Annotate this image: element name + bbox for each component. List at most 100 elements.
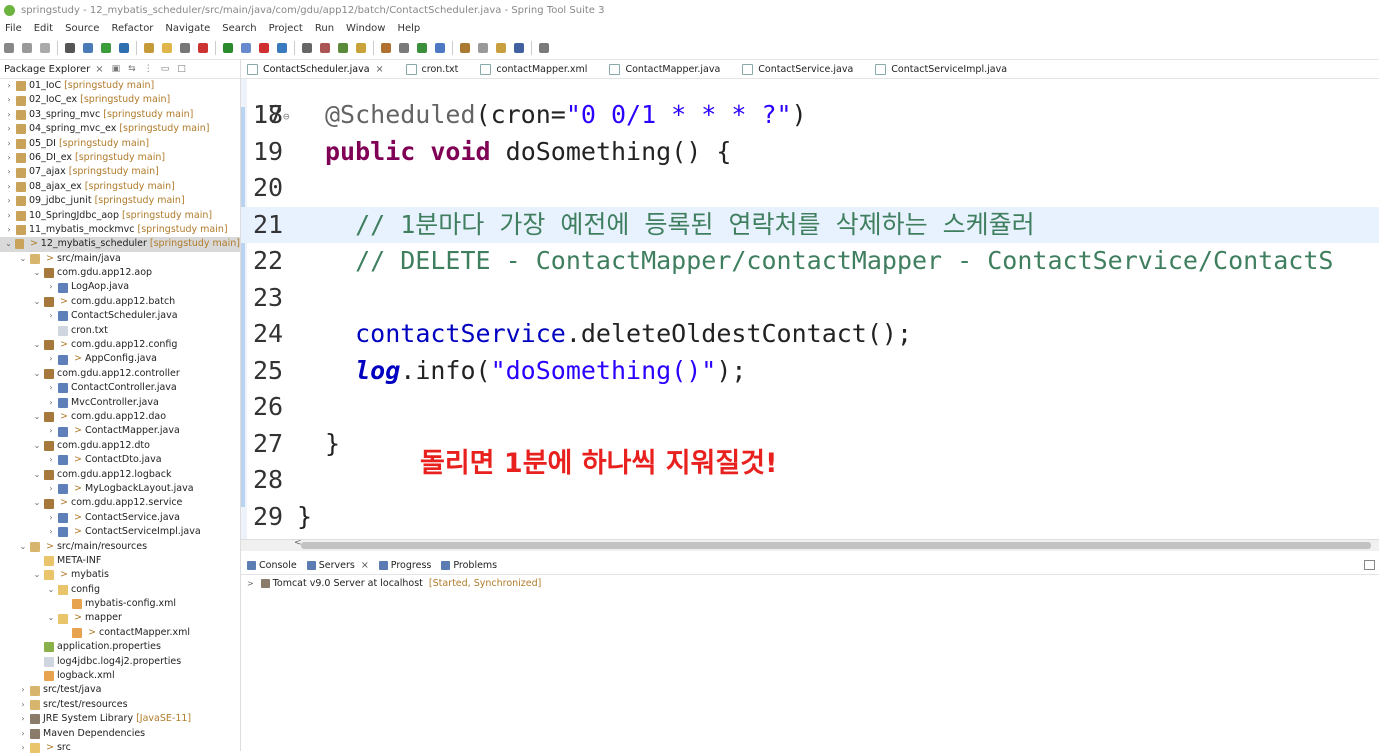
toolbar-icon[interactable] bbox=[320, 43, 330, 53]
toolbar-icon[interactable] bbox=[83, 43, 93, 53]
code-editor[interactable]: 17 돌리면 1분에 하나씩 지워질것! 18 ⊖ @Scheduled(cron=… bbox=[241, 79, 1379, 539]
menu-item-search[interactable]: Search bbox=[222, 23, 256, 34]
chevron-right-icon[interactable]: › bbox=[18, 698, 28, 712]
chevron-down-icon[interactable]: ⌄ bbox=[46, 583, 56, 597]
toolbar-icon[interactable] bbox=[259, 43, 269, 53]
chevron-right-icon[interactable]: > bbox=[247, 579, 254, 588]
chevron-right-icon[interactable]: › bbox=[4, 194, 14, 208]
tree-item[interactable]: › LogAop.java bbox=[0, 280, 240, 294]
chevron-right-icon[interactable]: › bbox=[46, 352, 56, 366]
tree-item[interactable]: › ContactController.java bbox=[0, 381, 240, 395]
tab-progress[interactable]: Progress bbox=[378, 560, 431, 571]
tree-item[interactable]: › 09_jdbc_junit [springstudy main] bbox=[0, 194, 240, 208]
toolbar-icon[interactable] bbox=[302, 43, 312, 53]
menu-item-file[interactable]: File bbox=[5, 23, 22, 34]
tree-item[interactable]: › > AppConfig.java bbox=[0, 352, 240, 366]
toolbar-icon[interactable] bbox=[144, 43, 154, 53]
toolbar-icon[interactable] bbox=[65, 43, 75, 53]
chevron-right-icon[interactable]: › bbox=[18, 712, 28, 726]
tree-item[interactable]: › 06_DI_ex [springstudy main] bbox=[0, 151, 240, 165]
tree-item[interactable]: ⌄ > src/main/java bbox=[0, 252, 240, 266]
chevron-right-icon[interactable]: › bbox=[4, 180, 14, 194]
tab-console[interactable]: Console bbox=[247, 560, 297, 571]
tab-contactserviceimpl-java[interactable]: ContactServiceImpl.java bbox=[875, 63, 1007, 75]
toolbar-icon[interactable] bbox=[514, 43, 524, 53]
tree-item[interactable]: › src/test/java bbox=[0, 683, 240, 697]
chevron-right-icon[interactable]: › bbox=[4, 209, 14, 223]
chevron-down-icon[interactable]: ⌄ bbox=[32, 439, 42, 453]
tree-item[interactable]: ⌄ > com.gdu.app12.dao bbox=[0, 410, 240, 424]
chevron-down-icon[interactable]: ⌄ bbox=[32, 338, 42, 352]
toolbar-icon[interactable] bbox=[162, 43, 172, 53]
menu-item-refactor[interactable]: Refactor bbox=[111, 23, 153, 34]
tab-cron-txt[interactable]: cron.txt bbox=[405, 63, 458, 75]
tree-item[interactable]: ⌄ com.gdu.app12.aop bbox=[0, 266, 240, 280]
chevron-right-icon[interactable]: › bbox=[18, 741, 28, 755]
tree-item[interactable]: › JRE System Library [JavaSE-11] bbox=[0, 712, 240, 726]
toolbar-icon[interactable] bbox=[435, 43, 445, 53]
chevron-right-icon[interactable]: › bbox=[46, 453, 56, 467]
chevron-right-icon[interactable]: › bbox=[46, 309, 56, 323]
tree-item[interactable]: mybatis-config.xml bbox=[0, 597, 240, 611]
chevron-down-icon[interactable]: ⌄ bbox=[32, 410, 42, 424]
toolbar-icon[interactable] bbox=[241, 43, 251, 53]
tree-item[interactable]: › > ContactServiceImpl.java bbox=[0, 525, 240, 539]
chevron-down-icon[interactable]: ⌄ bbox=[4, 237, 13, 251]
toolbar-icon[interactable] bbox=[180, 43, 190, 53]
tree-item[interactable]: ⌄ >12_mybatis_scheduler [springstudy main] bbox=[0, 237, 240, 252]
toolbar-icon[interactable] bbox=[417, 43, 427, 53]
collapse-all-icon[interactable]: ▣ bbox=[112, 64, 121, 74]
chevron-right-icon[interactable]: › bbox=[46, 525, 56, 539]
tree-item[interactable]: › 10_SpringJdbc_aop [springstudy main] bbox=[0, 209, 240, 223]
maximize-icon[interactable]: □ bbox=[177, 64, 186, 74]
tree-item[interactable]: › 02_IoC_ex [springstudy main] bbox=[0, 93, 240, 107]
toolbar-icon[interactable] bbox=[460, 43, 470, 53]
toolbar-icon[interactable] bbox=[496, 43, 506, 53]
tree-item[interactable]: › > ContactMapper.java bbox=[0, 424, 240, 438]
menu-item-edit[interactable]: Edit bbox=[34, 23, 53, 34]
toolbar-icon[interactable] bbox=[356, 43, 366, 53]
tree-item[interactable]: ⌄ > src/main/resources bbox=[0, 540, 240, 554]
chevron-down-icon[interactable]: ⌄ bbox=[32, 468, 42, 482]
chevron-down-icon[interactable]: ⌄ bbox=[32, 496, 42, 510]
close-icon[interactable]: × bbox=[361, 560, 369, 571]
chevron-right-icon[interactable]: › bbox=[4, 137, 14, 151]
tree-item[interactable]: › src/test/resources bbox=[0, 698, 240, 712]
tree-item[interactable]: › 04_spring_mvc_ex [springstudy main] bbox=[0, 122, 240, 136]
toolbar-icon[interactable] bbox=[119, 43, 129, 53]
chevron-down-icon[interactable]: ⌄ bbox=[32, 367, 42, 381]
tab-contactmapper-xml[interactable]: contactMapper.xml bbox=[480, 63, 587, 75]
chevron-right-icon[interactable]: › bbox=[46, 280, 56, 294]
toolbar-icon[interactable] bbox=[223, 43, 233, 53]
chevron-right-icon[interactable]: › bbox=[18, 727, 28, 741]
toolbar-icon[interactable] bbox=[381, 43, 391, 53]
toolbar-icon[interactable] bbox=[4, 43, 14, 53]
link-editor-icon[interactable]: ⇆ bbox=[128, 64, 136, 74]
toolbar-icon[interactable] bbox=[22, 43, 32, 53]
tab-contactservice-java[interactable]: ContactService.java bbox=[742, 63, 853, 75]
tree-item[interactable]: › ContactScheduler.java bbox=[0, 309, 240, 323]
tree-item[interactable]: › 01_IoC [springstudy main] bbox=[0, 79, 240, 93]
tree-item[interactable]: › Maven Dependencies bbox=[0, 727, 240, 741]
chevron-down-icon[interactable]: ⌄ bbox=[18, 540, 28, 554]
tree-item[interactable]: ⌄ > com.gdu.app12.batch bbox=[0, 295, 240, 309]
chevron-right-icon[interactable]: › bbox=[46, 396, 56, 410]
minimize-icon[interactable]: ▭ bbox=[161, 64, 170, 74]
close-icon[interactable]: × bbox=[95, 64, 103, 75]
toolbar-icon[interactable] bbox=[399, 43, 409, 53]
chevron-down-icon[interactable]: ⌄ bbox=[18, 252, 28, 266]
chevron-down-icon[interactable]: ⌄ bbox=[32, 266, 42, 280]
chevron-down-icon[interactable]: ⌄ bbox=[46, 611, 56, 625]
maximize-icon[interactable] bbox=[1364, 560, 1375, 570]
chevron-right-icon[interactable]: › bbox=[4, 93, 14, 107]
toolbar-icon[interactable] bbox=[478, 43, 488, 53]
tab-servers[interactable]: Servers × bbox=[306, 560, 369, 571]
chevron-right-icon[interactable]: › bbox=[18, 683, 28, 697]
chevron-right-icon[interactable]: › bbox=[4, 108, 14, 122]
menu-item-source[interactable]: Source bbox=[65, 23, 99, 34]
fold-icon[interactable]: ⊖ bbox=[283, 99, 290, 135]
tree-item[interactable]: › 08_ajax_ex [springstudy main] bbox=[0, 180, 240, 194]
tree-item[interactable]: META-INF bbox=[0, 554, 240, 568]
chevron-right-icon[interactable]: › bbox=[46, 424, 56, 438]
tree-item[interactable]: › MvcController.java bbox=[0, 396, 240, 410]
